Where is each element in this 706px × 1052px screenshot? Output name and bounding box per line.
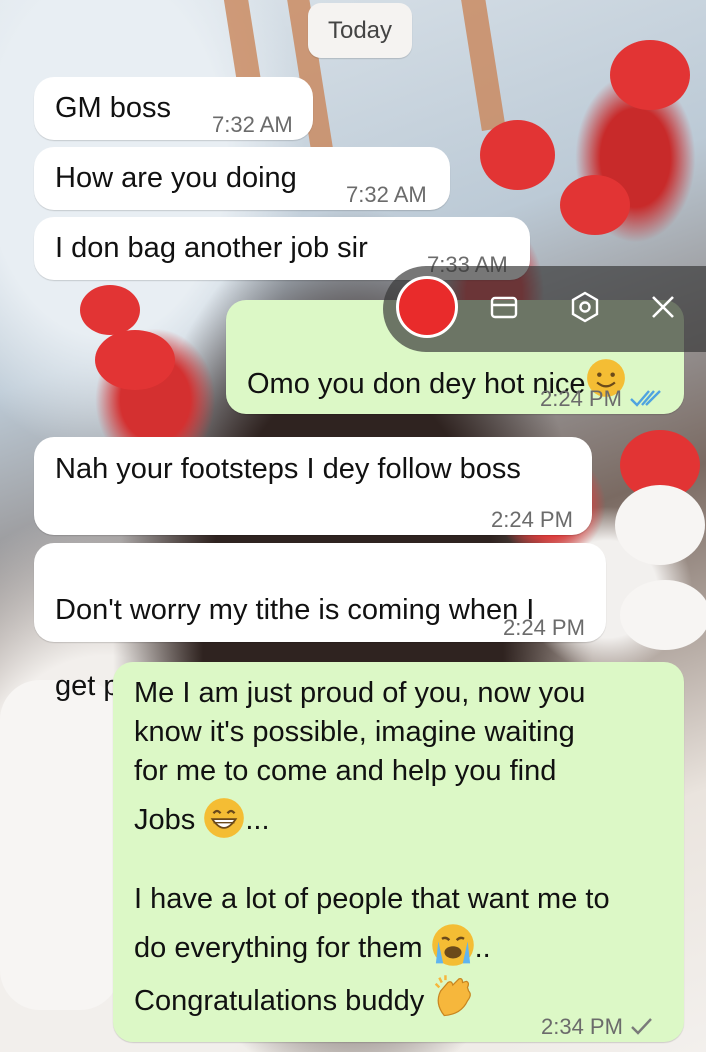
message-text: How are you doing — [55, 162, 297, 194]
message-text-content: Omo you don dey hot nice — [247, 368, 586, 400]
message-time: 2:24 PM — [491, 507, 573, 532]
message-line: for me to come and help you find — [134, 755, 557, 787]
message-bubble[interactable]: How are you doing 7:32 AM — [34, 147, 450, 210]
message-line: do everything for them .. — [134, 923, 610, 968]
clapping-hands-emoji — [435, 975, 472, 1017]
message-time-text: 2:24 PM — [540, 386, 622, 411]
message-line: Me I am just proud of you, now you — [134, 677, 586, 709]
message-text: Me I am just proud of you, now you know … — [134, 674, 610, 1021]
message-bubble[interactable]: Nah your footsteps I dey follow boss 2:2… — [34, 437, 592, 535]
close-icon[interactable] — [646, 290, 680, 324]
message-line: Congratulations buddy — [134, 974, 610, 1021]
read-ticks-icon — [630, 390, 661, 407]
crying-face-emoji — [431, 924, 474, 966]
grinning-face-emoji — [204, 798, 245, 838]
message-bubble[interactable]: Don't worry my tithe is coming when I ge… — [34, 543, 606, 702]
settings-icon[interactable] — [568, 290, 602, 324]
message-time: 7:32 AM — [346, 182, 427, 207]
sent-tick-icon — [631, 1018, 652, 1035]
screen-recording-toolbar — [383, 266, 706, 352]
record-button[interactable] — [396, 276, 458, 338]
message-text: I don bag another job sir — [55, 232, 368, 264]
message-text: Nah your footsteps I dey follow boss — [55, 453, 521, 485]
message-line: I have a lot of people that want me to — [134, 883, 610, 915]
message-line: know it's possible, imagine waiting — [134, 716, 575, 748]
date-divider: Today — [308, 3, 412, 58]
message-time-text: 2:34 PM — [541, 1014, 623, 1039]
message-line: Don't worry my tithe is coming when I — [55, 594, 535, 626]
message-line: Jobs ... — [134, 797, 610, 840]
message-time: 7:32 AM — [212, 112, 293, 137]
message-time: 2:24 PM — [503, 615, 585, 640]
message-bubble[interactable]: GM boss 7:32 AM — [34, 77, 313, 140]
message-bubble[interactable]: Me I am just proud of you, now you know … — [113, 662, 684, 1042]
folder-icon[interactable] — [487, 290, 521, 324]
message-time: 2:24 PM — [540, 380, 663, 418]
message-time: 2:34 PM — [541, 1008, 654, 1046]
message-text: GM boss — [55, 92, 172, 124]
